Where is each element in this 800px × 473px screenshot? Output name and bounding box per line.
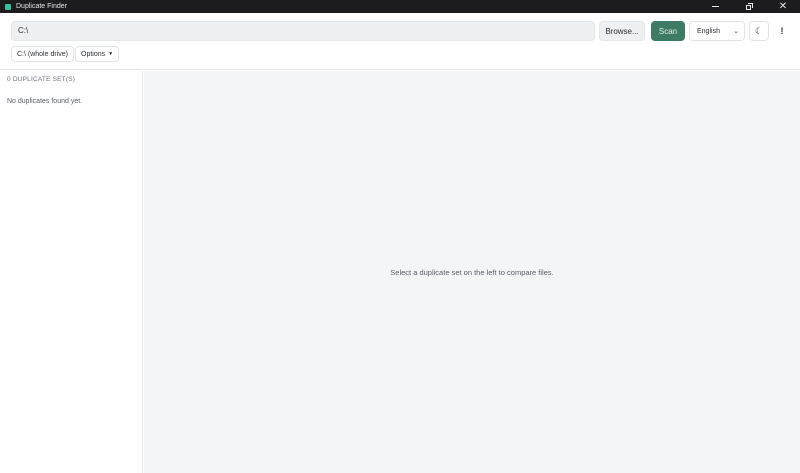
language-selected-label: English	[697, 27, 720, 35]
toolbar: C:\ Browse... Scan English ⌄ ☾ ! C:\ (wh…	[0, 13, 800, 70]
info-button[interactable]: !	[773, 21, 791, 41]
moon-icon: ☾	[754, 25, 764, 36]
theme-toggle-button[interactable]: ☾	[749, 21, 769, 41]
minimize-icon	[711, 6, 719, 7]
empty-list-message: No duplicates found yet.	[7, 98, 83, 105]
duplicate-sets-count: 0 DUPLICATE SET(S)	[7, 76, 76, 83]
chevron-down-icon: ⌄	[733, 28, 739, 35]
compare-panel: Select a duplicate set on the left to co…	[144, 71, 800, 473]
scan-button[interactable]: Scan	[651, 21, 685, 41]
close-button[interactable]: ✕	[766, 0, 800, 13]
language-select[interactable]: English ⌄	[689, 21, 745, 41]
restore-icon	[745, 3, 753, 10]
caret-down-icon: ▼	[108, 51, 114, 57]
maximize-button[interactable]	[732, 0, 766, 13]
info-icon: !	[780, 26, 784, 36]
window-controls: ✕	[698, 0, 800, 13]
app-icon	[5, 3, 11, 10]
options-label: Options	[81, 50, 106, 58]
minimize-button[interactable]	[698, 0, 732, 13]
title-bar: Duplicate Finder ✕	[0, 0, 800, 13]
path-input[interactable]: C:\	[11, 21, 595, 41]
compare-hint: Select a duplicate set on the left to co…	[390, 268, 554, 277]
close-icon: ✕	[778, 0, 788, 12]
options-dropdown[interactable]: Options ▼	[75, 46, 120, 62]
browse-button[interactable]: Browse...	[599, 21, 645, 41]
window-title: Duplicate Finder	[16, 3, 67, 10]
duplicate-sets-sidebar: 0 DUPLICATE SET(S) No duplicates found y…	[0, 71, 143, 473]
drive-preset-chip[interactable]: C:\ (whole drive)	[11, 46, 74, 62]
